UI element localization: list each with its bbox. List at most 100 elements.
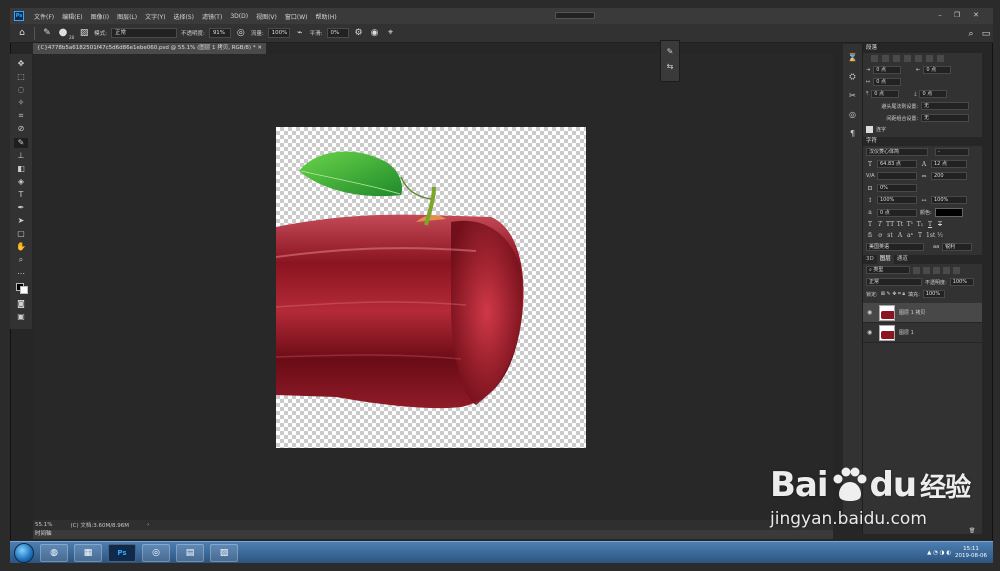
quick-mask-icon[interactable]: ◙ — [14, 299, 28, 310]
brush-tool-icon[interactable]: ✎ — [14, 137, 28, 149]
tab-3d[interactable]: 3D — [863, 255, 877, 264]
adjustments-icon[interactable]: ✂ — [847, 90, 859, 102]
half-icon[interactable]: ½ — [936, 232, 944, 239]
antialias-select[interactable]: 锐利 — [942, 243, 973, 251]
mojikumi-select[interactable]: 无 — [921, 114, 969, 122]
menu-3d[interactable]: 3D(D) — [226, 13, 252, 20]
properties-icon[interactable]: ⛭ — [847, 71, 859, 83]
more-tools-icon[interactable]: ⋯ — [14, 269, 28, 280]
ordinal-icon[interactable]: aᵃ — [906, 232, 914, 239]
mode-select[interactable]: 正常 — [110, 28, 177, 38]
layer-opacity-input[interactable]: 100% — [949, 278, 974, 286]
pressure-size-icon[interactable]: ◉ — [369, 27, 381, 39]
titling-icon[interactable]: A — [896, 232, 904, 239]
vertical-scale-input[interactable]: 100% — [877, 196, 917, 204]
menu-filter[interactable]: 滤镜(T) — [198, 12, 226, 21]
tsume-input[interactable]: 0% — [877, 184, 917, 192]
justify-all-icon[interactable] — [937, 55, 944, 62]
path-selection-tool-icon[interactable]: ➤ — [14, 216, 28, 227]
align-left-icon[interactable] — [871, 55, 878, 62]
kerning-input[interactable] — [877, 172, 917, 180]
space-after-input[interactable]: 0 点 — [919, 90, 948, 98]
paragraph-icon[interactable]: ¶ — [847, 128, 859, 140]
zoom-level[interactable]: 55.1% — [35, 522, 52, 528]
crop-tool-icon[interactable]: ⌗ — [14, 111, 28, 122]
brush-preset-icon[interactable]: ● — [57, 27, 69, 39]
swash-icon[interactable]: ơ — [876, 232, 884, 239]
kinsoku-select[interactable]: 无 — [921, 102, 969, 110]
menu-layer[interactable]: 图层(L) — [113, 12, 141, 21]
filter-pixel-icon[interactable] — [913, 266, 920, 274]
first-line-input[interactable]: 0 点 — [873, 78, 902, 86]
layer-name[interactable]: 图层 1 拷贝 — [899, 309, 925, 316]
search-icon[interactable]: ⌕ — [965, 28, 977, 40]
tab-channels[interactable]: 通道 — [894, 255, 911, 264]
brush-tool-icon[interactable]: ✎ — [41, 27, 53, 39]
magic-wand-tool-icon[interactable]: ✧ — [14, 98, 28, 109]
home-icon[interactable]: ⌂ — [16, 27, 28, 39]
background-color-swatch[interactable] — [20, 285, 28, 294]
filter-adjust-icon[interactable] — [923, 266, 930, 274]
menu-type[interactable]: 文字(Y) — [141, 12, 169, 21]
align-right-icon[interactable] — [893, 55, 900, 62]
space-before-input[interactable]: 0 点 — [871, 90, 900, 98]
menu-file[interactable]: 文件(F) — [30, 12, 58, 21]
gear-icon[interactable]: ⚙ — [353, 27, 365, 39]
fraction-icon[interactable]: T — [916, 232, 924, 239]
eraser-tool-icon[interactable]: ◧ — [14, 164, 28, 175]
pressure-opacity-icon[interactable]: ◎ — [235, 27, 247, 39]
hyphenate-checkbox[interactable] — [866, 126, 873, 133]
chrome-icon[interactable]: ◍ — [40, 543, 68, 562]
faux-italic-icon[interactable]: T — [876, 221, 884, 228]
tracking-input[interactable]: 200 — [931, 172, 967, 180]
move-tool-icon[interactable]: ✥ — [14, 59, 28, 70]
start-button[interactable] — [14, 542, 34, 563]
character-panel-title[interactable]: 字符 — [863, 137, 982, 146]
opacity-input[interactable]: 91% — [208, 28, 231, 38]
layer-filter-select[interactable]: ⌕ 类型 — [866, 266, 910, 274]
underline-icon[interactable]: T — [926, 221, 934, 228]
tab-layers[interactable]: 图层 — [876, 255, 894, 264]
explorer-icon[interactable]: ▤ — [176, 543, 204, 562]
superscript-icon[interactable]: T¹ — [906, 221, 914, 228]
eye-icon[interactable]: ◉ — [867, 329, 875, 336]
small-caps-icon[interactable]: Tt — [896, 221, 904, 228]
menu-select[interactable]: 选择(S) — [169, 12, 198, 21]
filter-shape-icon[interactable] — [943, 266, 950, 274]
baseline-input[interactable]: 0 点 — [877, 208, 917, 217]
menu-window[interactable]: 窗口(W) — [281, 12, 312, 21]
shape-tool-icon[interactable]: ▢ — [14, 229, 28, 240]
marquee-tool-icon[interactable]: ⬚ — [14, 72, 28, 83]
menu-image[interactable]: 图像(I) — [87, 12, 113, 21]
document-tab[interactable]: {C}4778b5a6182501f47c5d6d86e1ebe060.psd … — [33, 43, 266, 54]
menu-view[interactable]: 视图(V) — [252, 12, 281, 21]
zoom-tool-icon[interactable]: ⌕ — [14, 255, 28, 266]
photos-icon[interactable]: ▨ — [210, 543, 238, 562]
history-icon[interactable]: ⌛ — [847, 52, 859, 64]
eye-icon[interactable]: ◉ — [867, 309, 875, 316]
status-expand-icon[interactable]: › — [147, 522, 149, 528]
hand-tool-icon[interactable]: ✋ — [14, 242, 28, 253]
justify-center-icon[interactable] — [915, 55, 922, 62]
filter-type-icon[interactable] — [933, 266, 940, 274]
all-caps-icon[interactable]: TT — [886, 221, 894, 228]
indent-right-input[interactable]: 0 点 — [923, 66, 952, 74]
ie-icon[interactable]: ◎ — [142, 543, 170, 562]
brush-settings-icon[interactable]: ▨ — [78, 27, 90, 39]
alt-icon[interactable]: st — [886, 232, 894, 239]
adjust-icon[interactable]: ⇆ — [664, 61, 676, 73]
screen-mode-icon[interactable]: ▣ — [14, 312, 28, 323]
ligature-icon[interactable]: fi — [866, 232, 874, 239]
pen-tool-icon[interactable]: ✒ — [14, 203, 28, 214]
blend-mode-select[interactable]: 正常 — [866, 278, 922, 286]
language-select[interactable]: 美国英语 — [866, 243, 924, 251]
flow-input[interactable]: 100% — [267, 28, 290, 38]
airbrush-icon[interactable]: ⌁ — [294, 27, 306, 39]
close-icon[interactable]: ✕ — [971, 11, 981, 20]
faux-bold-icon[interactable]: T — [866, 221, 874, 228]
indent-left-input[interactable]: 0 点 — [873, 66, 902, 74]
layer-row[interactable]: ◉ 图层 1 拷贝 — [863, 303, 982, 323]
justify-right-icon[interactable] — [926, 55, 933, 62]
text-color-swatch[interactable] — [934, 208, 963, 217]
layer-name[interactable]: 图层 1 — [899, 329, 914, 336]
